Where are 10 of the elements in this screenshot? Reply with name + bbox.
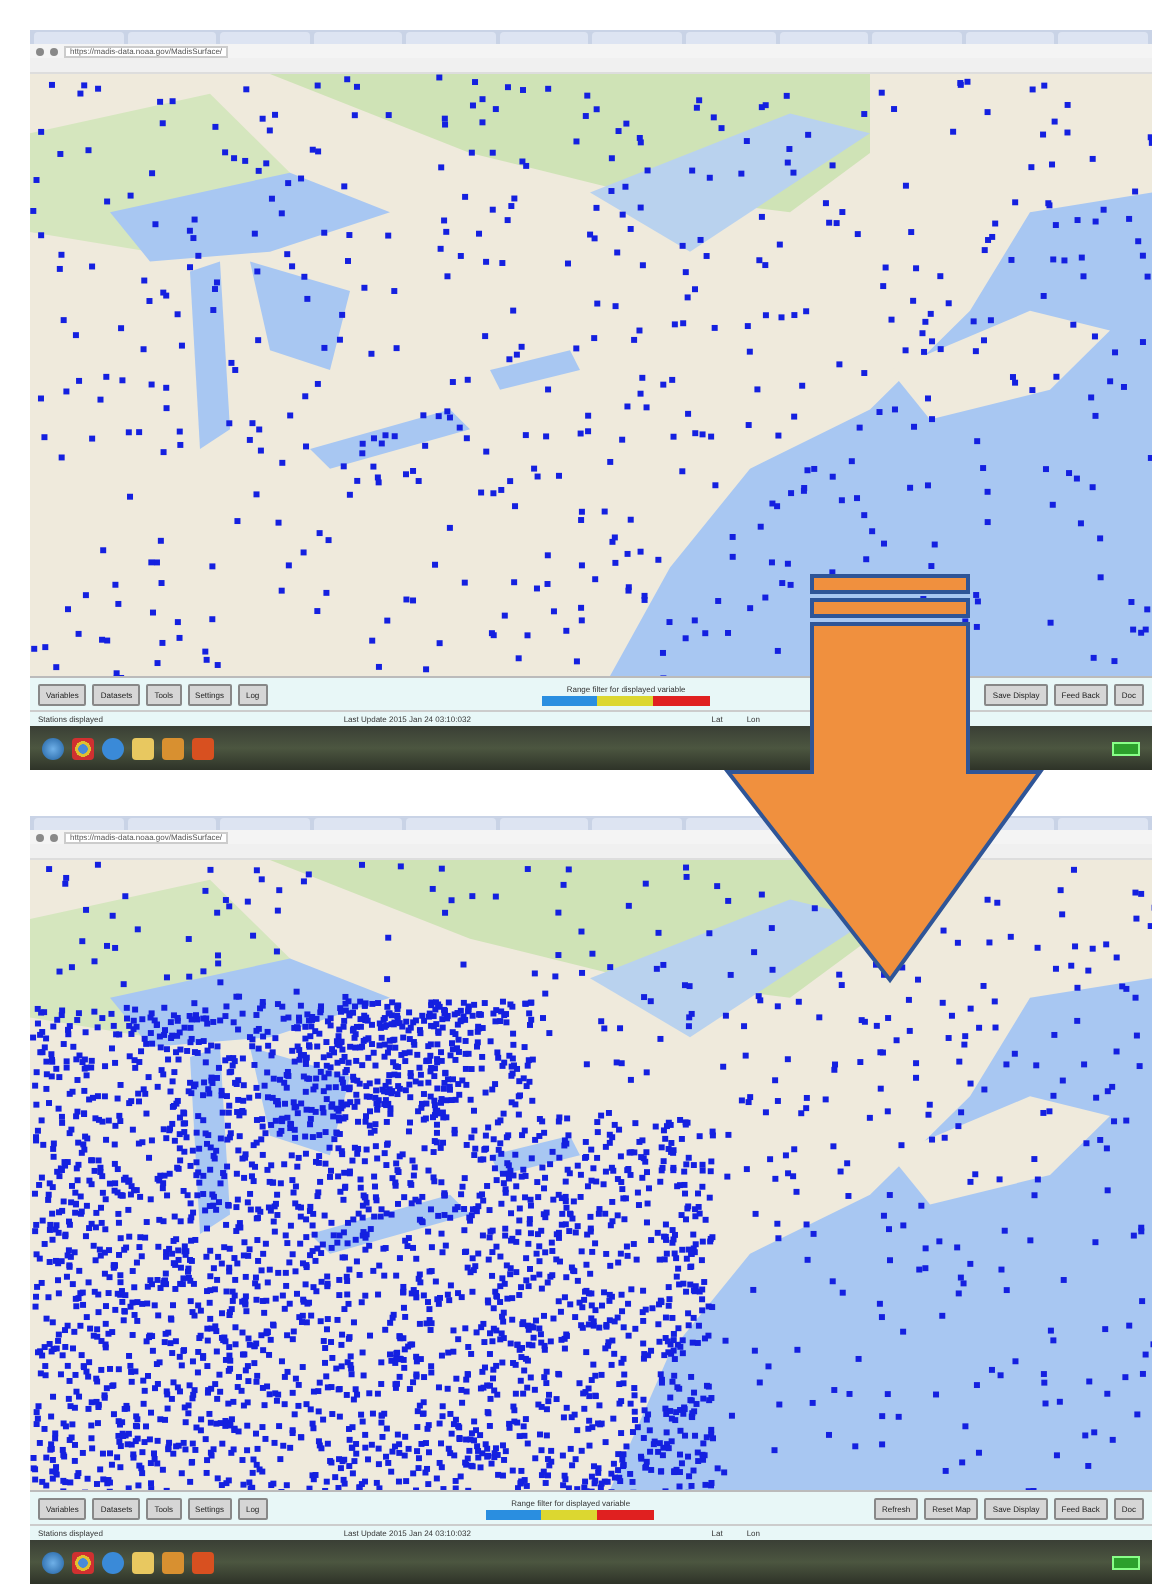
- folder-icon[interactable]: [132, 737, 154, 759]
- range-filter-bar[interactable]: [486, 1509, 655, 1519]
- folder-icon[interactable]: [132, 1551, 154, 1573]
- start-icon[interactable]: [42, 737, 64, 759]
- start-icon[interactable]: [42, 1551, 64, 1573]
- range-filter-bar[interactable]: [542, 695, 711, 705]
- battery-icon: [1112, 741, 1140, 755]
- battery-icon: [1112, 1555, 1140, 1569]
- browser-icon[interactable]: [72, 737, 94, 759]
- browser-icon[interactable]: [72, 1551, 94, 1573]
